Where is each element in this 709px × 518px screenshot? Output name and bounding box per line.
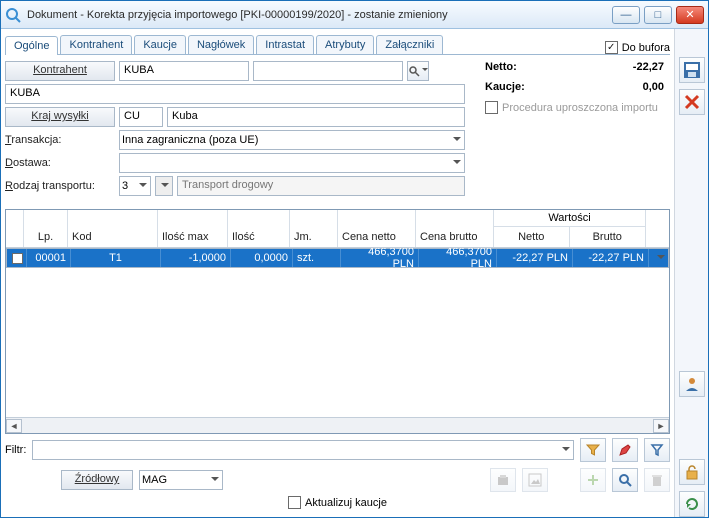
grid-body: ✓ 00001 T1 -1,0000 0,0000 szt. 466,3700 … [6,248,669,417]
kaucje-value: 0,00 [643,81,664,93]
table-row[interactable]: ✓ 00001 T1 -1,0000 0,0000 szt. 466,3700 … [6,248,669,268]
save-disk-button[interactable] [679,57,705,83]
col-iloscmax[interactable]: Ilość max [158,210,228,247]
tab-intrastat[interactable]: Intrastat [256,35,314,54]
footer: ✓ Aktualizuj kaucje [5,494,670,513]
filter-bar: Filtr: [5,434,670,466]
cancel-x-button[interactable] [679,89,705,115]
minimize-button[interactable]: — [612,6,640,24]
action2-button[interactable] [522,468,548,492]
action1-button[interactable] [490,468,516,492]
tab-atrybuty[interactable]: Atrybuty [316,35,374,54]
scroll-right-button[interactable]: ► [653,419,669,433]
add-button[interactable] [580,468,606,492]
aktualizuj-label: Aktualizuj kaucje [305,497,387,509]
form-right: Netto: -22,27 Kaucje: 0,00 ✓ Procedura u… [485,61,670,199]
scroll-left-button[interactable]: ◄ [6,419,22,433]
grid-header: Lp. Kod Ilość max Ilość Jm. Cena netto C… [6,210,669,248]
col-wart-group: Wartości Netto Brutto [494,210,646,247]
window-title: Dokument - Korekta przyjęcia importowego… [27,9,612,21]
cell-lp: 00001 [27,249,71,267]
source-select[interactable]: MAG [139,470,223,490]
aktualizuj-checkbox[interactable]: ✓ [288,496,301,509]
tab-bar: Ogólne Kontrahent Kaucje Nagłówek Intras… [5,33,670,55]
window: Dokument - Korekta przyjęcia importowego… [0,0,709,518]
cell-jm: szt. [293,249,341,267]
netto-value: -22,27 [633,61,664,73]
cell-cenab: 466,3700 PLN [419,249,497,267]
transakcja-select[interactable]: Inna zagraniczna (poza UE) [119,130,465,150]
procedura-label: Procedura uproszczona importu [502,102,658,114]
rodzaj-label: Rodzaj transportu: [5,180,115,192]
main-area: Ogólne Kontrahent Kaucje Nagłówek Intras… [1,29,674,517]
close-button[interactable]: ✕ [676,6,704,24]
filter-input[interactable] [32,440,574,460]
col-cenab[interactable]: Cena brutto [416,210,494,247]
procedura-checkbox[interactable]: ✓ [485,101,498,114]
kontrahent-search-button[interactable] [407,61,429,81]
row-checkbox[interactable]: ✓ [12,253,22,264]
rodzaj-text: Transport drogowy [177,176,465,196]
form-left: Kontrahent KUBA KUBA Kraj wysyłki CU Kub… [5,61,465,199]
grid-wrap: Lp. Kod Ilość max Ilość Jm. Cena netto C… [5,209,670,434]
col-wartn[interactable]: Netto [494,227,570,247]
body: Ogólne Kontrahent Kaucje Nagłówek Intras… [1,29,708,517]
maximize-button[interactable]: □ [644,6,672,24]
cell-ilosc: 0,0000 [231,249,293,267]
cell-iloscmax: -1,0000 [161,249,231,267]
kontrahent-button[interactable]: Kontrahent [5,61,115,81]
tab-kaucje[interactable]: Kaucje [134,35,186,54]
filter-label: Filtr: [5,444,26,456]
kontrahent-code-input[interactable]: KUBA [119,61,249,81]
buffer-label: Do bufora [622,42,670,54]
cell-wartn: -22,27 PLN [497,249,573,267]
form-area: Kontrahent KUBA KUBA Kraj wysyłki CU Kub… [5,55,670,201]
document-icon [5,7,21,23]
titlebar: Dokument - Korekta przyjęcia importowego… [1,1,708,29]
col-ilosc[interactable]: Ilość [228,210,290,247]
window-buttons: — □ ✕ [612,6,704,24]
kontrahent-name-input[interactable]: KUBA [5,84,465,104]
cell-cenan: 466,3700 PLN [341,249,419,267]
dostawa-label: Dostawa: [5,157,115,169]
search-button[interactable] [612,468,638,492]
col-wartb[interactable]: Brutto [570,227,646,247]
netto-label: Netto: [485,61,517,73]
tab-kontrahent[interactable]: Kontrahent [60,35,132,54]
kraj-name-input[interactable]: Kuba [167,107,465,127]
kraj-button[interactable]: Kraj wysyłki [5,107,115,127]
col-lp[interactable]: Lp. [24,210,68,247]
transakcja-label: Transakcja: [5,134,115,146]
cell-kod: T1 [71,249,161,267]
grid-h-scroll[interactable]: ◄ ► [6,417,669,433]
refresh-button[interactable] [679,491,705,517]
side-toolbar [674,29,708,517]
filter-edit-button[interactable] [612,438,638,462]
col-cenan[interactable]: Cena netto [338,210,416,247]
kraj-code-input[interactable]: CU [119,107,163,127]
tab-naglowek[interactable]: Nagłówek [188,35,254,54]
dostawa-select[interactable] [119,153,465,173]
filter-funnel-button[interactable] [580,438,606,462]
col-jm[interactable]: Jm. [290,210,338,247]
rodzaj-dd[interactable] [155,176,173,196]
col-wart-title: Wartości [494,210,645,227]
kaucje-label: Kaucje: [485,81,525,93]
delete-button[interactable] [644,468,670,492]
rodzaj-num-select[interactable]: 3 [119,176,151,196]
tab-ogolne[interactable]: Ogólne [5,36,58,55]
buffer-row: ✓ Do bufora [605,41,670,54]
unlock-button[interactable] [679,459,705,485]
source-button[interactable]: Źródłowy [61,470,133,490]
filter-apply-button[interactable] [644,438,670,462]
kontrahent-extra-input[interactable] [253,61,403,81]
tab-zalaczniki[interactable]: Załączniki [376,35,443,54]
bottom-bar: Źródłowy MAG [5,466,670,494]
person-button[interactable] [679,371,705,397]
cell-wartb: -22,27 PLN [573,249,649,267]
buffer-checkbox[interactable]: ✓ [605,41,618,54]
col-kod[interactable]: Kod [68,210,158,247]
